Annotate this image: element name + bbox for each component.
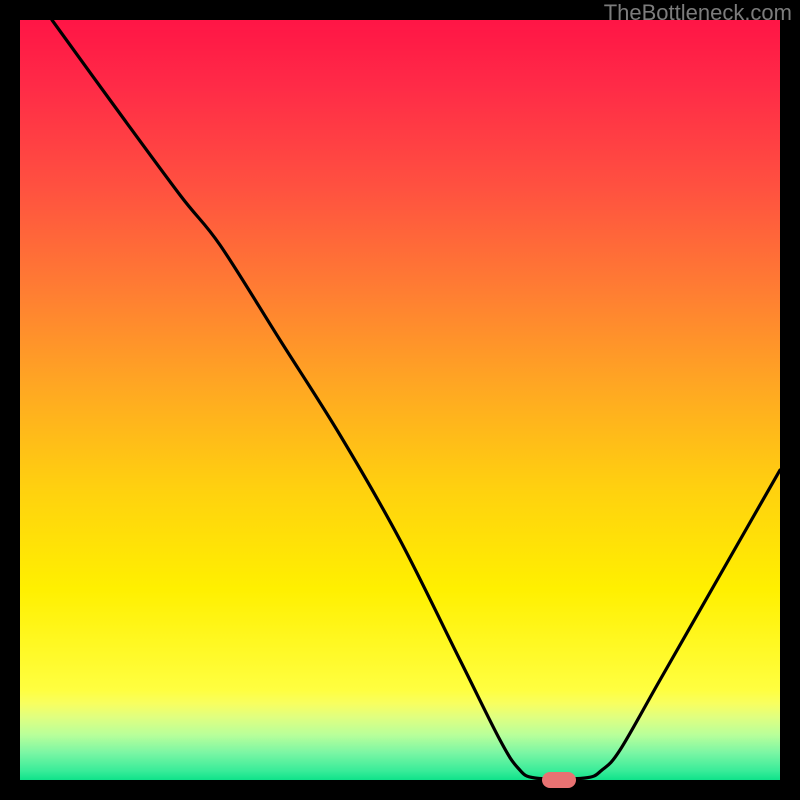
gradient-bg-lower	[20, 690, 780, 780]
optimal-marker	[542, 772, 576, 788]
gradient-bg-upper	[20, 20, 780, 690]
chart-frame: TheBottleneck.com	[0, 0, 800, 800]
watermark-text: TheBottleneck.com	[604, 0, 792, 26]
